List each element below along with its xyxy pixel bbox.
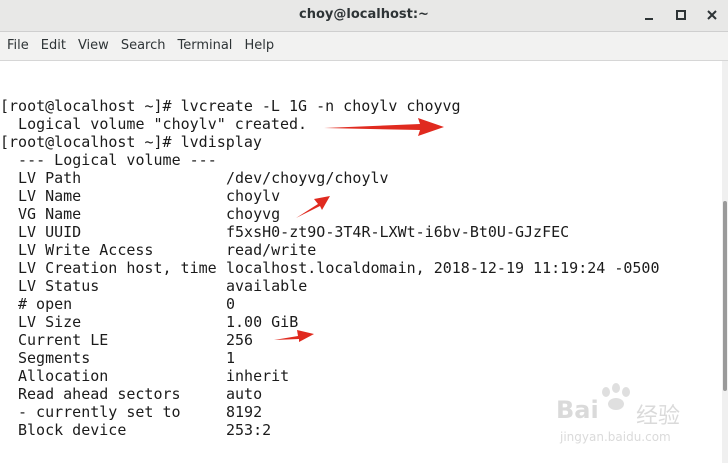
lv-field-label: LV Write Access (18, 241, 154, 259)
lv-field-value: auto (226, 385, 263, 403)
menu-terminal[interactable]: Terminal (171, 32, 238, 60)
close-icon (707, 10, 717, 20)
lv-field-value: 256 (226, 331, 254, 349)
lv-field-label: Allocation (18, 367, 109, 385)
minimize-icon (645, 18, 653, 20)
watermark: Bai 经验 jingyan.baidu.com (556, 382, 716, 452)
lv-field-value: 0 (226, 295, 236, 313)
lv-field-row: Current LE 256 (0, 331, 722, 349)
watermark-url: jingyan.baidu.com (560, 430, 671, 444)
lv-field-value: 8192 (226, 403, 263, 421)
lv-field-row: # open 0 (0, 295, 722, 313)
prompt: [root@localhost ~]# (0, 97, 181, 115)
lv-field-row: LV UUID f5xsH0-zt9O-3T4R-LXWt-i6bv-Bt0U-G… (0, 223, 722, 241)
red-arrow-annotation (324, 118, 444, 136)
lv-field-label: Current LE (18, 331, 109, 349)
close-button[interactable] (703, 6, 721, 24)
lv-field-value: /dev/choyvg/choylv (226, 169, 389, 187)
paw-icon (602, 383, 630, 410)
watermark-brand-suffix: 经验 (636, 404, 681, 429)
menu-search[interactable]: Search (115, 32, 172, 60)
watermark-brand: Bai (556, 396, 599, 424)
terminal-line-output: Logical volume "choylv" created. (0, 115, 308, 133)
lv-field-value: read/write (226, 241, 317, 259)
red-arrow-annotation (296, 196, 330, 218)
menu-edit[interactable]: Edit (35, 32, 72, 60)
lv-field-label: # open (18, 295, 73, 313)
terminal-line-prompt-2: [root@localhost ~]# lvdisplay (0, 133, 262, 151)
minimize-button[interactable] (640, 6, 658, 24)
scrollbar-thumb[interactable] (723, 201, 727, 391)
lv-field-row: LV Write Access read/write (0, 241, 722, 259)
lv-field-label: LV Path (18, 169, 82, 187)
lv-field-label: LV Creation host, time (18, 259, 217, 277)
lv-field-label: - currently set to (18, 403, 181, 421)
menu-bar: File Edit View Search Terminal Help (0, 32, 728, 61)
lv-field-label: Read ahead sectors (18, 385, 181, 403)
menu-help[interactable]: Help (238, 32, 280, 60)
scrollbar[interactable] (722, 61, 728, 463)
lv-field-value: inherit (226, 367, 290, 385)
prompt: [root@localhost ~]# (0, 133, 181, 151)
lv-field-row: LV Name choylv (0, 187, 722, 205)
lv-field-value: localhost.localdomain, 2018-12-19 11:19:… (226, 259, 660, 277)
lv-field-label: VG Name (18, 205, 82, 223)
lv-field-row: LV Status available (0, 277, 722, 295)
title-bar: choy@localhost:~ (0, 0, 728, 32)
lv-field-value: 253:2 (226, 421, 272, 439)
maximize-icon (676, 10, 686, 20)
menu-file[interactable]: File (1, 32, 35, 60)
lv-field-label: LV Name (18, 187, 82, 205)
lv-field-row: LV Size 1.00 GiB (0, 313, 722, 331)
lv-field-row: LV Path/dev/choyvg/choylv (0, 169, 722, 187)
lv-field-row: LV Creation host, time localhost.localdom… (0, 259, 722, 277)
lv-field-label: LV UUID (18, 223, 82, 241)
lv-field-row: Segments 1 (0, 349, 722, 367)
command-text: lvdisplay (180, 133, 262, 151)
terminal-line-header: --- Logical volume --- (0, 151, 217, 169)
menu-view[interactable]: View (72, 32, 115, 60)
lv-field-label: Block device (18, 421, 127, 439)
maximize-button[interactable] (672, 6, 690, 24)
window-title: choy@localhost:~ (299, 7, 429, 22)
lv-field-label: LV Status (18, 277, 100, 295)
lv-field-label: LV Size (18, 313, 82, 331)
lv-field-value: available (226, 277, 308, 295)
lv-field-value: choyvg (226, 205, 281, 223)
lv-field-row: VG Name choyvg (0, 205, 722, 223)
lv-field-value: 1 (226, 349, 236, 367)
lv-field-value: f5xsH0-zt9O-3T4R-LXWt-i6bv-Bt0U-GJzFEC (226, 223, 570, 241)
lv-field-value: choylv (226, 187, 281, 205)
command-text: lvcreate -L 1G -n choylv choyvg (180, 97, 461, 115)
lv-field-label: Segments (18, 349, 91, 367)
red-arrow-annotation (274, 330, 314, 342)
terminal-line-prompt-1: [root@localhost ~]# lvcreate -L 1G -n ch… (0, 97, 461, 115)
